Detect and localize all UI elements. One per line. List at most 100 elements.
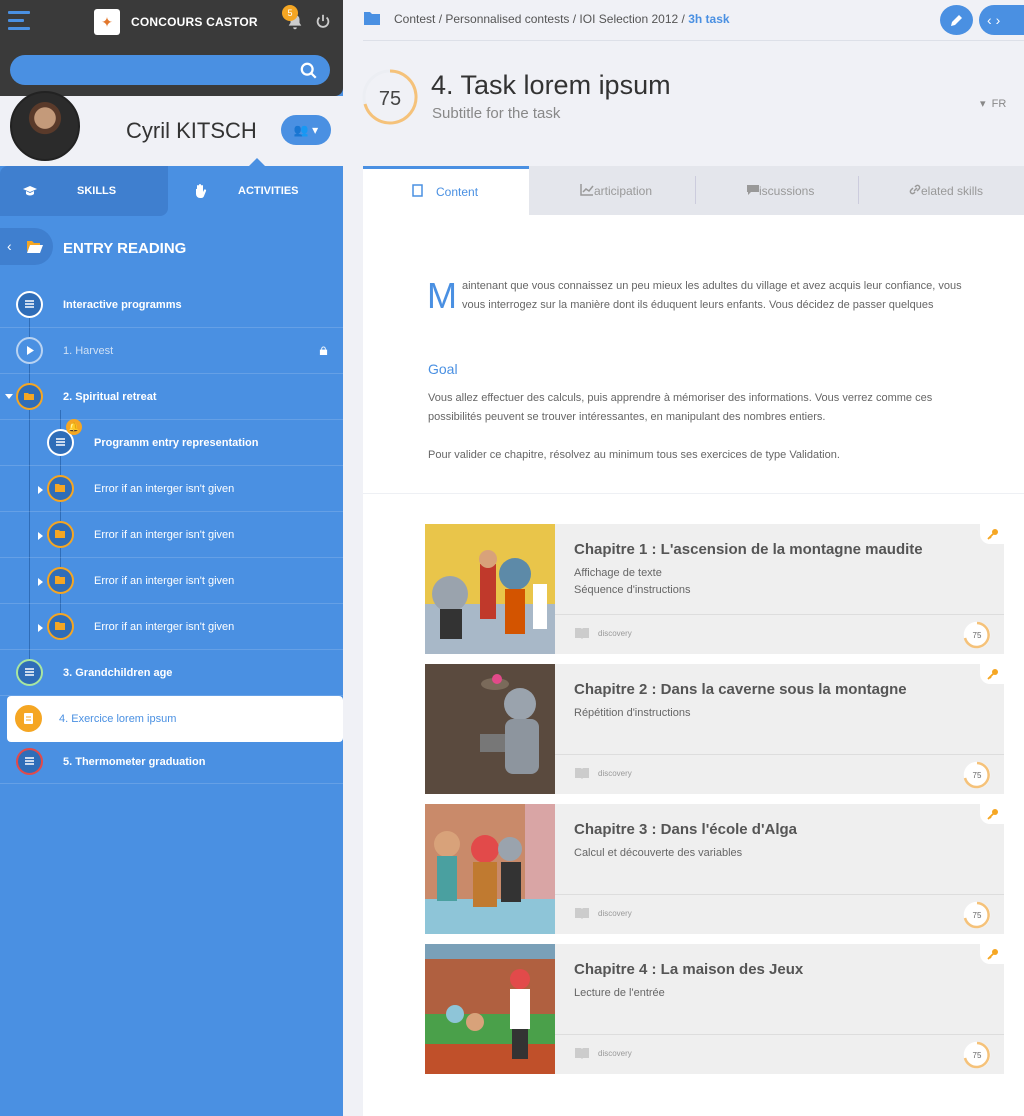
score-ring: 75: [963, 1041, 991, 1069]
tab-label: elated skills: [921, 184, 984, 198]
chapter-title[interactable]: Chapitre 3 : Dans l'école d'Alga: [574, 821, 797, 838]
chapter-card[interactable]: Chapitre 2 : Dans la caverne sous la mon…: [425, 664, 1004, 794]
page-subtitle: Subtitle for the task: [432, 105, 561, 122]
folder-icon[interactable]: [364, 11, 380, 25]
sidebar-tabs: SKILLS ACTIVITIES: [0, 158, 343, 216]
tab-activities[interactable]: ACTIVITIES: [168, 158, 343, 216]
tree-item[interactable]: Error if an interger isn't given: [0, 512, 343, 558]
power-icon[interactable]: [314, 13, 332, 31]
tree-item-label: 3. Grandchildren age: [63, 667, 173, 679]
tree-item-label: 2. Spiritual retreat: [63, 391, 157, 403]
key-icon: [987, 529, 998, 540]
chapter-title[interactable]: Chapitre 2 : Dans la caverne sous la mon…: [574, 681, 907, 698]
chevron-left-icon: ‹: [7, 238, 12, 254]
language-selector[interactable]: ▾ FR: [980, 97, 1006, 110]
chapter-title[interactable]: Chapitre 1 : L'ascension de la montagne …: [574, 541, 923, 558]
chapter-thumbnail: [425, 944, 555, 1074]
divider: [555, 1034, 1004, 1035]
caret-down-icon[interactable]: [5, 394, 13, 399]
tab-related-skills[interactable]: elated skills: [859, 166, 1024, 215]
tree-item[interactable]: 2. Spiritual retreat: [0, 374, 343, 420]
section-title: ENTRY READING: [63, 240, 187, 257]
score-value: 75: [973, 911, 982, 920]
section-header: ‹ ENTRY READING: [0, 228, 343, 270]
caret-right-icon[interactable]: [38, 578, 43, 586]
avatar[interactable]: [10, 91, 80, 161]
tree-item[interactable]: Programm entry representation: [0, 420, 343, 466]
tree-item-label: 1. Harvest: [63, 345, 114, 357]
notification-badge: 5: [282, 5, 298, 21]
divider: [555, 754, 1004, 755]
score-value: 75: [973, 631, 982, 640]
tab-label: Content: [436, 185, 479, 199]
open-book-icon: [575, 628, 589, 639]
chapter-card[interactable]: Chapitre 4 : La maison des Jeux Lecture …: [425, 944, 1004, 1074]
pencil-icon: [951, 15, 962, 26]
goal-text: Vous allez effectuer des calculs, puis a…: [428, 392, 933, 423]
breadcrumb-path[interactable]: Contest / Personnalised contests / IOI S…: [394, 12, 685, 26]
divider: [555, 614, 1004, 615]
play-icon: [16, 337, 43, 364]
tree-item-label: Error if an interger isn't given: [94, 529, 235, 541]
lock-icon: [319, 346, 328, 355]
tab-discussions[interactable]: iscussions: [696, 166, 858, 215]
chapter-tag: discovery: [598, 769, 632, 778]
link-icon: [909, 184, 921, 195]
caret-right-icon[interactable]: [38, 486, 43, 494]
tree-item-active[interactable]: 4. Exercice lorem ipsum: [7, 696, 343, 742]
users-icon: 👥 ▾: [293, 123, 319, 137]
tab-content[interactable]: Content: [363, 166, 529, 215]
chevron-left-icon[interactable]: ‹: [987, 12, 992, 28]
chapter-thumbnail: [425, 524, 555, 654]
score-ring: 75: [963, 621, 991, 649]
tree-item[interactable]: Error if an interger isn't given: [0, 558, 343, 604]
edit-button[interactable]: [940, 5, 973, 35]
tree-item[interactable]: 3. Grandchildren age: [0, 650, 343, 696]
top-bar: ✦ CONCOURS CASTOR 5: [0, 0, 343, 44]
tree-item-label: Error if an interger isn't given: [94, 575, 235, 587]
tree-item-label: Error if an interger isn't given: [94, 483, 235, 495]
search-icon[interactable]: [300, 62, 318, 80]
content-panel: M aintenant que vous connaissez un peu m…: [363, 215, 1024, 1116]
caret-right-icon[interactable]: [38, 624, 43, 632]
group-button[interactable]: 👥 ▾: [281, 115, 331, 145]
key-icon: [987, 809, 998, 820]
tab-skills-label: SKILLS: [77, 185, 117, 197]
prev-next-button[interactable]: ‹ ›: [979, 5, 1024, 35]
score-value: 75: [379, 88, 401, 110]
search-input[interactable]: [10, 55, 330, 85]
caret-right-icon[interactable]: [38, 532, 43, 540]
key-icon: [987, 669, 998, 680]
tree-item[interactable]: Error if an interger isn't given: [0, 466, 343, 512]
chapter-line: Calcul et découverte des variables: [574, 847, 743, 859]
score-value: 75: [973, 771, 982, 780]
user-profile: Cyril KITSCH 👥 ▾: [0, 91, 343, 166]
tree-item[interactable]: Interactive programms: [0, 282, 343, 328]
language-value: FR: [991, 98, 1007, 110]
tree-item[interactable]: Error if an interger isn't given: [0, 604, 343, 650]
app-title: CONCOURS CASTOR: [131, 15, 258, 29]
chapter-thumbnail: [425, 804, 555, 934]
back-button[interactable]: ‹: [0, 228, 53, 265]
content-tabs: Content articipation iscussions elated s…: [363, 166, 1024, 215]
chapter-card[interactable]: Chapitre 3 : Dans l'école d'Alga Calcul …: [425, 804, 1004, 934]
tree-item-label: 5. Thermometer graduation: [63, 756, 206, 768]
alert-bell-icon: 🔔: [66, 419, 82, 435]
drop-cap: M: [427, 275, 457, 316]
menu-icon[interactable]: [8, 11, 30, 31]
graduation-cap-icon: [23, 186, 37, 196]
tab-pointer: [249, 158, 265, 166]
divider: [363, 40, 1024, 41]
hand-icon: [196, 184, 207, 199]
tab-participation[interactable]: articipation: [529, 166, 695, 215]
tree-item[interactable]: 5. Thermometer graduation: [0, 742, 343, 784]
tree-item[interactable]: 1. Harvest: [0, 328, 343, 374]
app-logo: ✦: [94, 9, 120, 35]
tab-skills[interactable]: SKILLS: [0, 166, 168, 216]
open-book-icon: [575, 1048, 589, 1059]
chevron-right-icon[interactable]: ›: [996, 12, 1001, 28]
score-ring: 75: [963, 761, 991, 789]
chapter-title[interactable]: Chapitre 4 : La maison des Jeux: [574, 961, 803, 978]
chapter-card[interactable]: Chapitre 1 : L'ascension de la montagne …: [425, 524, 1004, 654]
chapter-line: Lecture de l'entrée: [574, 987, 665, 999]
